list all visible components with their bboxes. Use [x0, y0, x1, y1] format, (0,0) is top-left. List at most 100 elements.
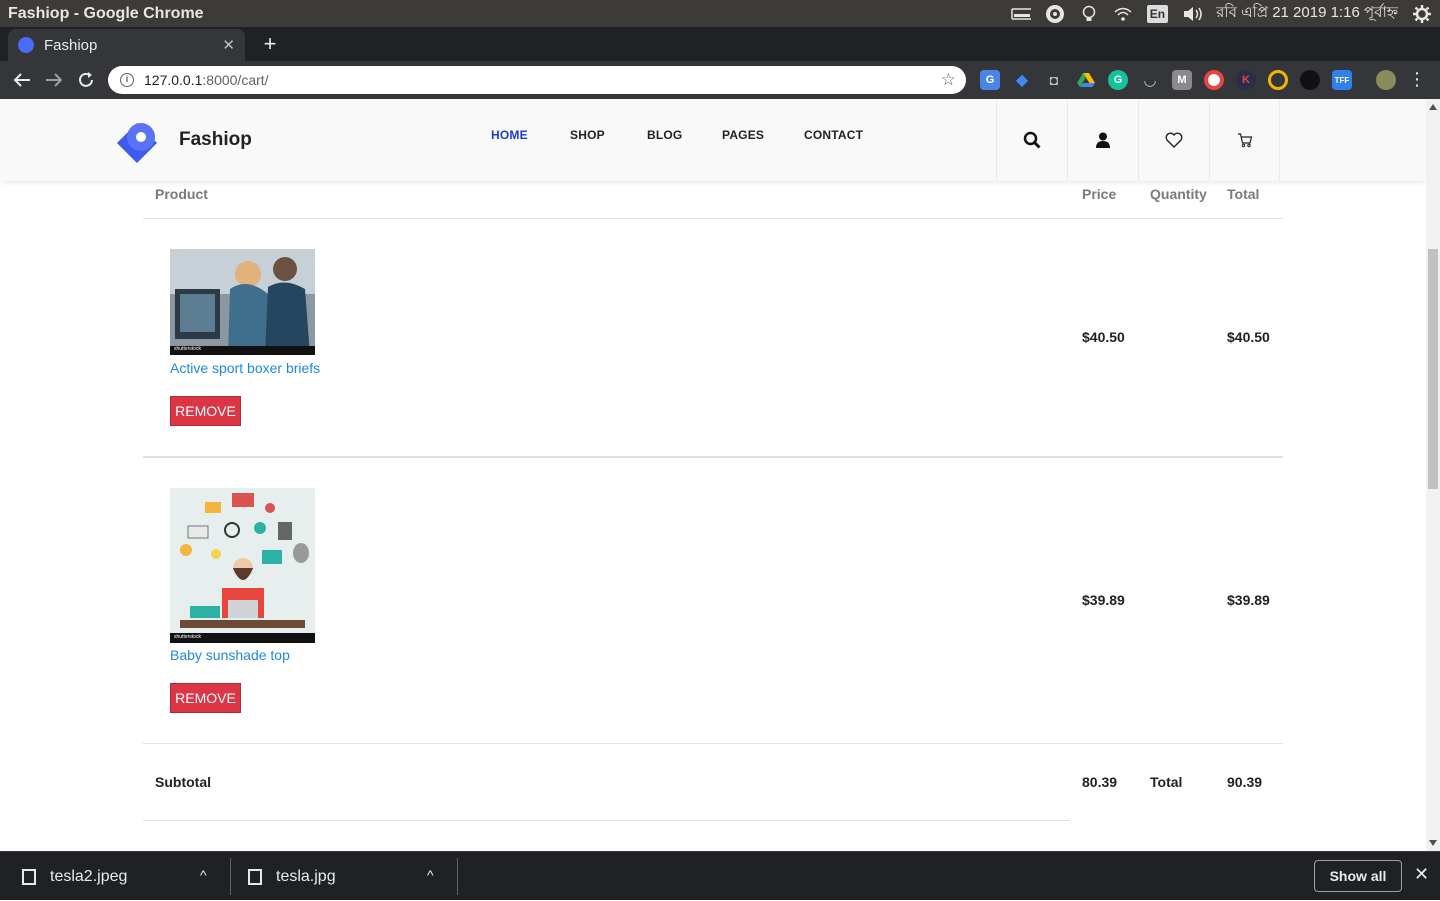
record-extension-icon[interactable]: [1204, 70, 1224, 90]
mail-extension-icon[interactable]: M: [1172, 70, 1192, 90]
dark-mode-extension-icon[interactable]: [1300, 70, 1320, 90]
product-image[interactable]: shutterstock: [170, 249, 315, 355]
pocket-extension-icon[interactable]: ◡: [1140, 70, 1160, 90]
subtotal-value: 80.39: [1082, 774, 1118, 790]
tab-title: Fashiop: [44, 36, 98, 54]
show-all-downloads-button[interactable]: Show all: [1314, 860, 1402, 892]
grammarly-extension-icon[interactable]: G: [1108, 70, 1128, 90]
cart-button[interactable]: [1209, 99, 1280, 181]
window-title: Fashiop - Google Chrome: [8, 4, 204, 22]
back-arrow-icon[interactable]: [6, 64, 38, 96]
total-label: Total: [1150, 774, 1183, 790]
tff-extension-icon[interactable]: TFF: [1332, 70, 1352, 90]
clock[interactable]: রবি এপ্রি 21 2019 1:16 পূর্বাহ্ন: [1216, 1, 1398, 26]
dropbox-extension-icon[interactable]: ◆: [1012, 70, 1032, 90]
address-bar[interactable]: i 127.0.0.1:8000/cart/ ☆: [108, 66, 966, 94]
item-total: $39.89: [1227, 592, 1270, 608]
forward-arrow-icon[interactable]: [38, 64, 70, 96]
page-scrollbar[interactable]: [1426, 99, 1440, 851]
nav-blog[interactable]: BLOG: [647, 128, 682, 142]
translate-extension-icon[interactable]: G: [980, 70, 1000, 90]
file-icon: [22, 868, 36, 885]
browser-toolbar: i 127.0.0.1:8000/cart/ ☆ G ◆ ◘ G ◡ M K T…: [0, 61, 1440, 99]
heart-icon: [1165, 132, 1183, 148]
url-host: 127.0.0.1: [144, 72, 203, 88]
drive-extension-icon[interactable]: [1076, 70, 1096, 90]
nav-shop[interactable]: SHOP: [570, 128, 605, 142]
remove-button[interactable]: REMOVE: [170, 396, 241, 426]
site-favicon-icon: [18, 37, 34, 53]
image-watermark: shutterstock: [174, 634, 201, 640]
search-icon: [1023, 131, 1041, 149]
total-value: 90.39: [1227, 774, 1263, 790]
search-button[interactable]: [996, 99, 1067, 181]
product-link[interactable]: Baby sunshade top: [170, 647, 290, 663]
column-header-price: Price: [1082, 186, 1117, 202]
product-link[interactable]: Active sport boxer briefs: [170, 360, 320, 376]
close-shelf-icon[interactable]: ✕: [1414, 864, 1429, 885]
table-header-divider: [143, 218, 1283, 219]
file-icon: [248, 868, 262, 885]
screenshot-extension-icon[interactable]: ◘: [1044, 70, 1064, 90]
item-price: $39.89: [1082, 592, 1125, 608]
camera-indicator-icon[interactable]: [1045, 4, 1065, 23]
keyboard-language-indicator[interactable]: En: [1146, 4, 1169, 23]
row-divider: [143, 456, 1283, 458]
tab-close-icon[interactable]: ✕: [222, 36, 235, 54]
item-total: $40.50: [1227, 329, 1270, 345]
site-info-icon[interactable]: i: [120, 73, 134, 87]
subtotal-label: Subtotal: [155, 774, 211, 790]
download-separator: [230, 858, 231, 895]
scrollbar-thumb[interactable]: [1428, 249, 1438, 489]
download-filename: tesla.jpg: [276, 867, 336, 885]
url-path: :8000/cart/: [202, 72, 269, 88]
item-price: $40.50: [1082, 329, 1125, 345]
drive-icon[interactable]: [1010, 6, 1031, 22]
browser-tab-active[interactable]: Fashiop ✕: [8, 29, 245, 61]
account-button[interactable]: [1067, 99, 1138, 181]
reload-icon[interactable]: [70, 64, 102, 96]
cart-icon: [1237, 133, 1252, 148]
download-item[interactable]: tesla2.jpeg: [22, 852, 127, 901]
settings-gear-icon[interactable]: [1412, 4, 1432, 23]
brand-logo-icon[interactable]: [113, 115, 165, 167]
browser-tab-strip: Fashiop ✕ +: [0, 27, 1440, 61]
image-watermark: shutterstock: [174, 346, 201, 352]
product-image[interactable]: shutterstock: [170, 488, 315, 643]
column-header-product: Product: [155, 186, 208, 202]
header-actions: [996, 99, 1280, 181]
page-viewport: Fashiop HOME SHOP BLOG PAGES CONTACT Pro…: [0, 99, 1426, 851]
scroll-down-arrow-icon[interactable]: [1429, 840, 1437, 846]
download-shelf: tesla2.jpeg ^ tesla.jpg ^ Show all ✕: [0, 851, 1440, 900]
nav-home[interactable]: HOME: [491, 128, 528, 142]
extensions-area: G ◆ ◘ G ◡ M K TFF: [980, 70, 1396, 90]
row-divider: [143, 743, 1283, 744]
os-title-bar: Fashiop - Google Chrome En রবি এপ্রি 21 …: [0, 0, 1440, 27]
nav-pages[interactable]: PAGES: [722, 128, 764, 142]
summary-divider: [143, 820, 1070, 821]
search-extension-icon[interactable]: [1268, 70, 1288, 90]
profile-avatar[interactable]: [1376, 70, 1396, 90]
column-header-total: Total: [1227, 186, 1260, 202]
scroll-up-arrow-icon[interactable]: [1429, 104, 1437, 110]
remove-button[interactable]: REMOVE: [170, 683, 241, 713]
system-tray: En রবি এপ্রি 21 2019 1:16 পূর্বাহ্ন: [1010, 0, 1432, 27]
volume-icon[interactable]: [1182, 6, 1202, 22]
wifi-icon[interactable]: [1113, 6, 1133, 22]
download-filename: tesla2.jpeg: [50, 867, 128, 885]
wishlist-button[interactable]: [1138, 99, 1209, 181]
chevron-up-icon[interactable]: ^: [427, 867, 434, 883]
lightbulb-icon[interactable]: [1079, 5, 1099, 22]
new-tab-plus-icon[interactable]: +: [258, 33, 282, 57]
site-header: Fashiop HOME SHOP BLOG PAGES CONTACT: [0, 99, 1426, 181]
browser-menu-icon[interactable]: ⋮: [1408, 69, 1426, 90]
bookmark-star-icon[interactable]: ☆: [941, 70, 956, 90]
user-icon: [1096, 132, 1110, 148]
nav-contact[interactable]: CONTACT: [804, 128, 863, 142]
download-item[interactable]: tesla.jpg: [248, 852, 336, 901]
brand-name[interactable]: Fashiop: [179, 129, 252, 151]
column-header-quantity: Quantity: [1150, 186, 1207, 202]
download-separator: [457, 858, 458, 895]
k-extension-icon[interactable]: K: [1236, 70, 1256, 90]
chevron-up-icon[interactable]: ^: [200, 867, 207, 883]
